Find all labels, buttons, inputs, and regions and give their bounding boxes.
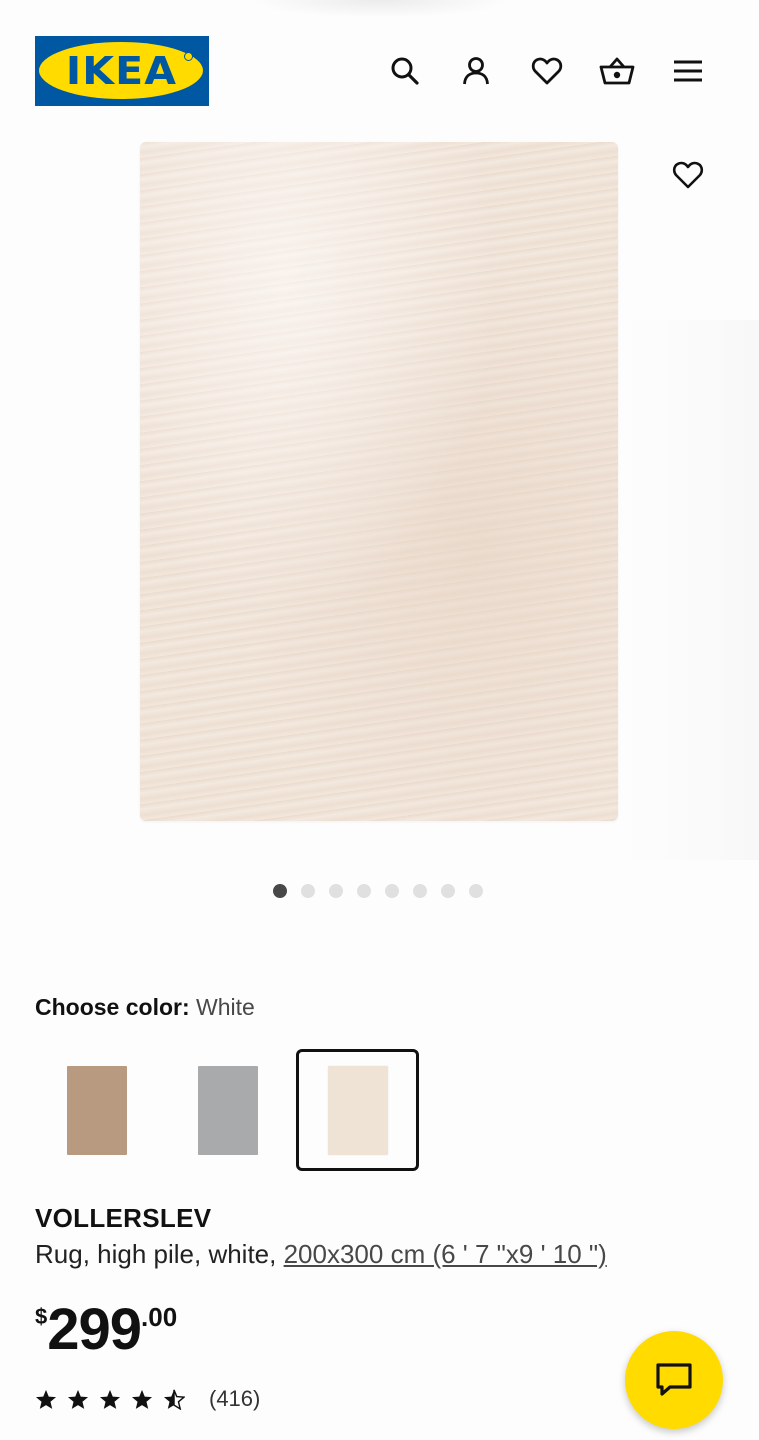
pagination-dot[interactable]	[385, 884, 399, 898]
color-swatch-beige[interactable]	[35, 1049, 158, 1171]
search-icon[interactable]	[386, 52, 424, 90]
ikea-logo[interactable]: IKEA	[35, 36, 209, 106]
heart-icon	[672, 161, 704, 189]
top-shadow	[250, 0, 510, 18]
menu-icon[interactable]	[669, 52, 707, 90]
star-icon	[99, 1389, 121, 1409]
swatch-rug-image	[197, 1065, 258, 1155]
swatch-rug-image	[327, 1065, 388, 1155]
product-name: VOLLERSLEV	[35, 1203, 212, 1233]
star-icon	[131, 1389, 153, 1409]
product-price: $299.00	[35, 1296, 177, 1363]
review-count: (416)	[209, 1386, 261, 1411]
product-description: Rug, high pile, white, 200x300 cm (6 ' 7…	[35, 1239, 607, 1270]
pagination-dot[interactable]	[329, 884, 343, 898]
star-icon	[67, 1389, 89, 1409]
chat-button[interactable]	[625, 1331, 723, 1429]
price-decimal: .00	[141, 1302, 178, 1332]
rating-stars	[35, 1389, 185, 1410]
gallery-pagination	[273, 884, 483, 898]
pagination-dot[interactable]	[301, 884, 315, 898]
product-image[interactable]	[140, 142, 618, 821]
color-swatch-gray[interactable]	[166, 1049, 289, 1171]
logo-oval: IKEA	[39, 42, 203, 99]
color-value: White	[196, 994, 255, 1020]
logo-text: IKEA	[65, 48, 177, 93]
pagination-dot[interactable]	[357, 884, 371, 898]
registered-mark	[184, 52, 193, 61]
product-rating[interactable]: (416)	[35, 1386, 260, 1412]
account-icon[interactable]	[457, 52, 495, 90]
color-chooser-label: Choose color: White	[35, 994, 255, 1021]
product-description-text: Rug, high pile, white,	[35, 1239, 284, 1269]
color-label: Choose color:	[35, 994, 190, 1020]
next-image-peek	[622, 320, 759, 860]
price-integer: 299	[47, 1297, 142, 1362]
favorite-button[interactable]	[668, 155, 708, 195]
pagination-dot[interactable]	[273, 884, 287, 898]
pagination-dot[interactable]	[441, 884, 455, 898]
chat-icon	[656, 1363, 692, 1396]
star-icon	[35, 1389, 57, 1409]
pagination-dot[interactable]	[469, 884, 483, 898]
heart-icon[interactable]	[528, 52, 566, 90]
basket-icon[interactable]	[598, 52, 636, 90]
swatch-rug-image	[66, 1065, 127, 1155]
price-currency: $	[35, 1304, 48, 1329]
size-link[interactable]: 200x300 cm (6 ' 7 "x9 ' 10 ")	[284, 1239, 607, 1269]
half-star-icon	[163, 1389, 185, 1410]
pagination-dot[interactable]	[413, 884, 427, 898]
color-swatch-white[interactable]	[296, 1049, 419, 1171]
